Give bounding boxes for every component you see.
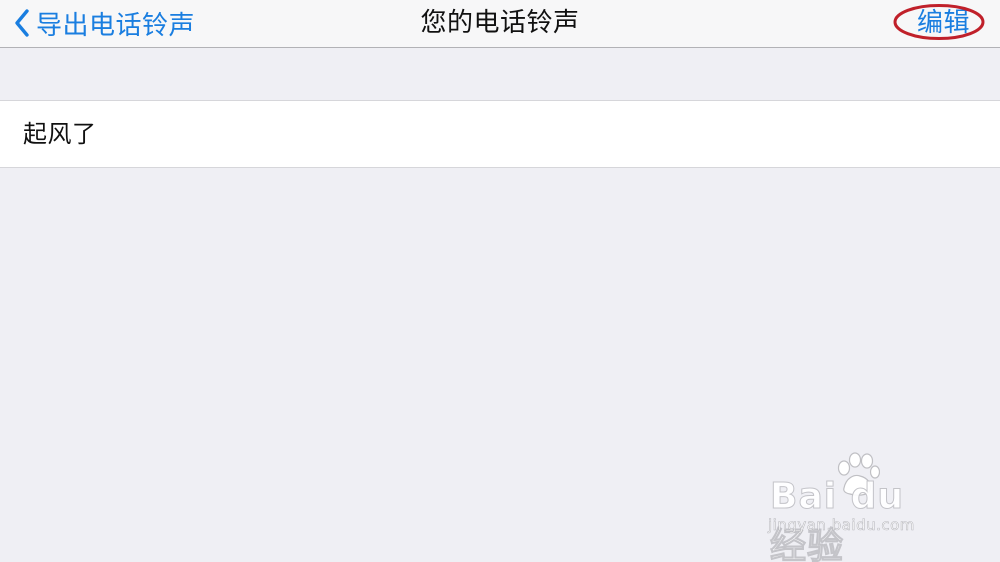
list-item-ringtone[interactable]: 起风了 — [0, 101, 1000, 167]
watermark-url: jingyan.baidu.com — [768, 516, 915, 535]
ringtone-screen: 导出电话铃声 您的电话铃声 编辑 起风了 Bai du 经验 jingyan.b… — [0, 0, 1000, 562]
paw-icon — [837, 452, 880, 496]
ringtone-list: 起风了 — [0, 100, 1000, 168]
watermark-brand: Bai du 经验 — [770, 476, 905, 562]
edit-button[interactable]: 编辑 — [917, 4, 970, 42]
navigation-bar: 导出电话铃声 您的电话铃声 编辑 — [0, 0, 1000, 48]
watermark: Bai du 经验 jingyan.baidu.com — [762, 452, 952, 562]
page-title: 您的电话铃声 — [420, 8, 580, 38]
ringtone-name: 起风了 — [23, 120, 97, 148]
